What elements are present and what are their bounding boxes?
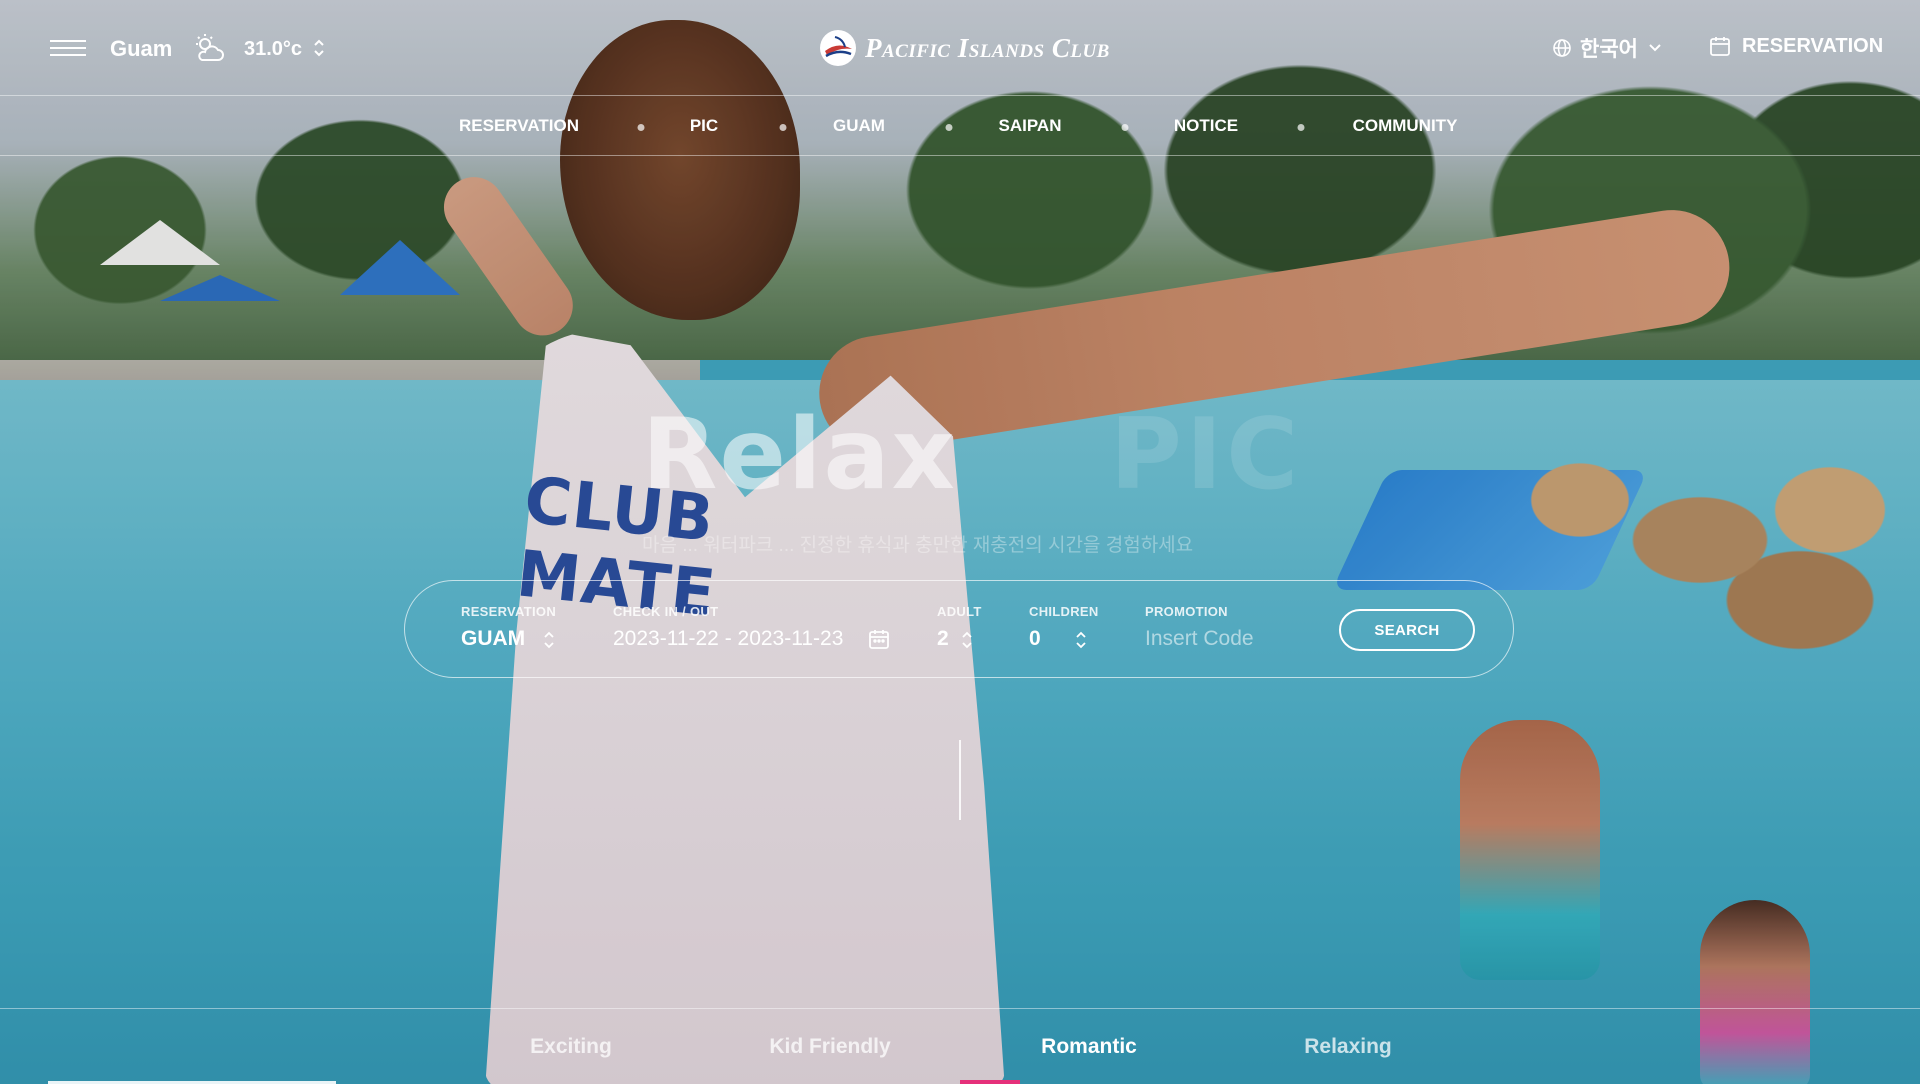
adult-field-label: ADULT bbox=[937, 604, 982, 619]
nav-separator bbox=[1297, 124, 1305, 131]
calendar-icon[interactable] bbox=[867, 627, 891, 651]
globe-icon bbox=[1553, 39, 1571, 57]
hero-brand: PIC bbox=[1110, 398, 1303, 512]
location-select-arrows-icon[interactable] bbox=[543, 631, 555, 649]
children-stepper-icon[interactable] bbox=[1075, 631, 1087, 649]
hero-title: Relax bbox=[642, 398, 957, 512]
adult-stepper-icon[interactable] bbox=[961, 631, 973, 649]
nav-item-notice[interactable]: NOTICE bbox=[1174, 116, 1238, 136]
reservation-label: RESERVATION bbox=[1742, 34, 1884, 57]
hero-subtitle: 마음 ... 워터파크 ... 진정한 휴식과 충만한 재충전의 시간을 경험하… bbox=[642, 535, 1194, 556]
nav-item-community[interactable]: COMMUNITY bbox=[1353, 116, 1458, 136]
logo-mark-icon bbox=[820, 30, 856, 66]
checkinout-field-label: CHECK IN / OUT bbox=[613, 604, 719, 619]
nav-item-pic[interactable]: PIC bbox=[690, 116, 718, 136]
theme-tabs: Exciting Kid Friendly Romantic Relaxing bbox=[0, 1008, 1920, 1084]
reservation-field-label: RESERVATION bbox=[461, 604, 557, 619]
adult-count[interactable]: 2 bbox=[937, 627, 949, 651]
children-field-label: CHILDREN bbox=[1029, 604, 1099, 619]
main-navigation: RESERVATION PIC GUAM SAIPAN NOTICE COMMU… bbox=[0, 96, 1920, 156]
date-range-input[interactable]: 2023-11-22 - 2023-11-23 bbox=[613, 627, 843, 651]
toggle-unit-icon[interactable] bbox=[312, 38, 326, 58]
children-count[interactable]: 0 bbox=[1029, 627, 1041, 651]
tab-exciting[interactable]: Exciting bbox=[530, 1035, 612, 1059]
calendar-icon bbox=[1710, 37, 1730, 56]
nav-item-guam[interactable]: GUAM bbox=[833, 116, 885, 136]
location-label: Guam bbox=[110, 36, 173, 61]
tab-relaxing[interactable]: Relaxing bbox=[1304, 1035, 1392, 1059]
top-bar: Guam 31.0°c Pacific Islands Club 한국어 RES… bbox=[0, 0, 1920, 96]
booking-bar: RESERVATION GUAM CHECK IN / OUT 2023-11-… bbox=[404, 580, 1514, 678]
partly-cloudy-icon bbox=[196, 34, 224, 61]
language-label: 한국어 bbox=[1580, 38, 1638, 61]
nav-separator bbox=[637, 124, 645, 131]
language-selector[interactable]: 한국어 bbox=[1552, 33, 1670, 63]
nav-separator bbox=[1121, 124, 1129, 131]
hamburger-menu-icon[interactable] bbox=[50, 40, 86, 58]
nav-separator bbox=[945, 124, 953, 131]
logo-text: Pacific Islands Club bbox=[865, 32, 1110, 63]
nav-item-reservation[interactable]: RESERVATION bbox=[459, 116, 579, 136]
site-logo[interactable]: Pacific Islands Club bbox=[819, 28, 1110, 68]
search-button[interactable]: SEARCH bbox=[1339, 609, 1475, 651]
promotion-field-label: PROMOTION bbox=[1145, 604, 1228, 619]
reservation-location-select[interactable]: GUAM bbox=[461, 627, 525, 651]
chevron-down-icon bbox=[1649, 44, 1661, 52]
nav-item-saipan[interactable]: SAIPAN bbox=[999, 116, 1062, 136]
active-tab-indicator bbox=[960, 1080, 1020, 1084]
tab-kid-friendly[interactable]: Kid Friendly bbox=[769, 1035, 890, 1059]
temperature-value: 31.0°c bbox=[244, 38, 303, 60]
tab-romantic[interactable]: Romantic bbox=[1041, 1035, 1137, 1059]
scroll-indicator bbox=[959, 740, 961, 820]
promotion-code-input[interactable]: Insert Code bbox=[1145, 627, 1254, 651]
reservation-button[interactable]: RESERVATION bbox=[1708, 34, 1883, 58]
nav-separator bbox=[779, 124, 787, 131]
